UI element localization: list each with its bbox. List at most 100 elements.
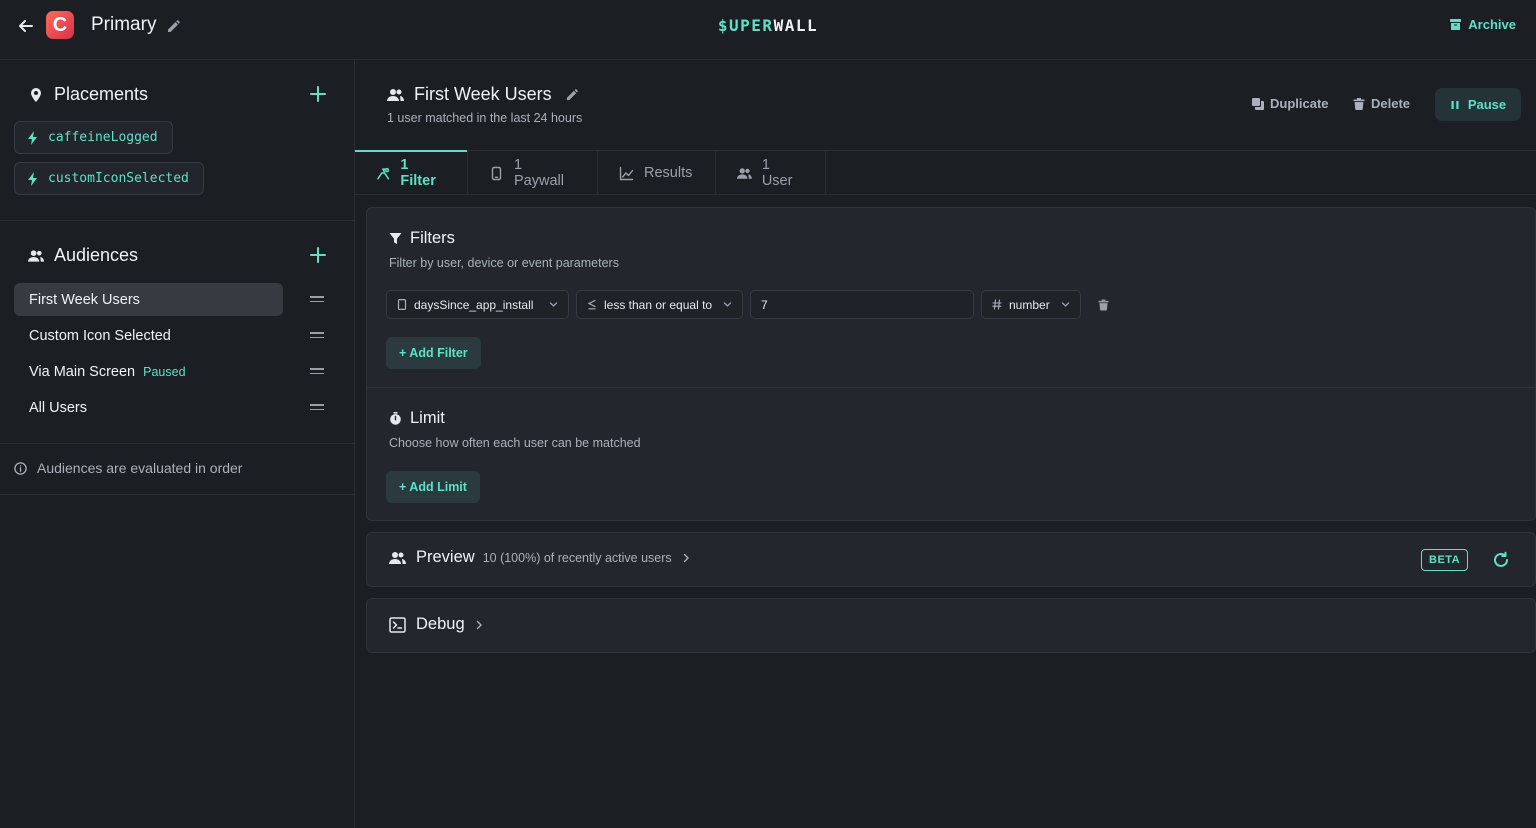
duplicate-button[interactable]: Duplicate xyxy=(1252,96,1329,111)
users-icon xyxy=(389,551,406,564)
delete-button[interactable]: Delete xyxy=(1353,96,1410,111)
audience-item-label: Via Main Screen xyxy=(29,363,136,380)
filter-type-select[interactable]: number xyxy=(981,290,1081,319)
audience-item-label: Custom Icon Selected xyxy=(29,327,171,344)
brand-logo-part1: $UPER xyxy=(717,16,774,35)
filters-title: Filters xyxy=(389,229,455,248)
drag-handle-icon[interactable] xyxy=(310,368,324,376)
panel-divider xyxy=(367,387,1535,388)
audiences-header: Audiences xyxy=(28,245,138,266)
limit-title-text: Limit xyxy=(410,409,445,427)
phone-icon xyxy=(491,166,502,180)
tab-label: 1 Filter xyxy=(400,157,436,189)
brand-logo-part2: WALL xyxy=(773,16,819,35)
add-filter-button[interactable]: + Add Filter xyxy=(386,337,481,369)
chevron-down-icon xyxy=(549,302,558,307)
audiences-title: Audiences xyxy=(54,245,139,265)
limit-title: Limit xyxy=(389,409,445,428)
placement-chip[interactable]: caffeineLogged xyxy=(14,121,173,154)
preview-header: Preview 10 (100%) of recently active use… xyxy=(389,548,690,567)
limit-subtitle: Choose how often each user can be matche… xyxy=(389,436,641,450)
preview-panel[interactable]: Preview 10 (100%) of recently active use… xyxy=(366,532,1536,587)
filter-branch-icon xyxy=(377,167,390,180)
filter-value-input[interactable]: 7 xyxy=(750,290,974,319)
audience-subtitle: 1 user matched in the last 24 hours xyxy=(387,111,583,125)
filter-field-select[interactable]: daysSince_app_install xyxy=(386,290,569,319)
location-pin-icon xyxy=(31,87,41,102)
add-audience-plus-icon[interactable] xyxy=(308,245,328,265)
pause-label: Pause xyxy=(1467,97,1507,112)
audience-title: First Week Users xyxy=(414,84,552,104)
audience-item-label: First Week Users xyxy=(29,291,140,308)
placement-chip-label: caffeineLogged xyxy=(48,130,158,145)
audience-header: First Week Users xyxy=(387,84,579,105)
trash-icon xyxy=(1353,97,1365,110)
tab-results[interactable]: Results xyxy=(598,151,716,195)
chevron-right-icon xyxy=(476,620,482,629)
archive-icon xyxy=(1450,19,1462,30)
placements-title: Placements xyxy=(54,84,149,104)
tab-label: 1 Paywall xyxy=(513,157,564,189)
audience-item-first-week-users[interactable]: First Week Users xyxy=(14,283,283,316)
main-content: First Week Users 1 user matched in the l… xyxy=(355,60,1536,828)
tab-filters[interactable]: 1 Filter xyxy=(355,150,468,195)
chevron-right-icon xyxy=(683,553,689,562)
top-bar: C Primary $UPERWALL Archive xyxy=(0,0,1536,60)
edit-audience-pencil-icon[interactable] xyxy=(566,88,579,101)
drag-handle-icon[interactable] xyxy=(310,296,324,304)
filters-title-text: Filters xyxy=(410,229,455,247)
filter-operator-value: less than or equal to xyxy=(604,297,713,312)
audience-order-note: Audiences are evaluated in order xyxy=(14,460,242,476)
add-limit-button[interactable]: + Add Limit xyxy=(386,471,480,503)
audience-item-label: All Users xyxy=(29,399,88,416)
paused-badge: Paused xyxy=(143,364,186,379)
delete-label: Delete xyxy=(1371,96,1411,111)
device-icon xyxy=(397,299,407,310)
hash-icon xyxy=(992,299,1002,310)
tab-bar: 1 Filter 1 Paywall Results 1 User xyxy=(355,150,1536,195)
lightning-icon xyxy=(28,130,37,145)
funnel-icon xyxy=(389,233,402,244)
audience-item-all-users[interactable]: All Users xyxy=(14,391,283,424)
add-placement-plus-icon[interactable] xyxy=(308,84,328,104)
archive-button[interactable]: Archive xyxy=(1449,17,1516,32)
brand-logo: $UPERWALL xyxy=(0,16,1536,35)
preview-title: Preview xyxy=(416,548,475,566)
filter-field-value: daysSince_app_install xyxy=(414,297,534,312)
tab-users[interactable]: 1 User xyxy=(716,151,826,195)
info-icon xyxy=(14,461,27,475)
tab-label: 1 User xyxy=(761,157,793,189)
duplicate-label: Duplicate xyxy=(1270,96,1329,111)
audience-item-custom-icon-selected[interactable]: Custom Icon Selected xyxy=(14,319,283,352)
filter-operator-select[interactable]: less than or equal to xyxy=(576,290,743,319)
beta-badge: BETA xyxy=(1421,549,1469,571)
users-icon xyxy=(28,249,44,262)
archive-label: Archive xyxy=(1468,17,1516,32)
placement-chip[interactable]: customIconSelected xyxy=(14,162,204,195)
lightning-icon xyxy=(28,171,37,186)
stopwatch-icon xyxy=(390,412,401,425)
less-than-equal-icon xyxy=(587,299,596,310)
chevron-down-icon xyxy=(723,302,732,307)
filter-value-text: 7 xyxy=(761,297,768,312)
placement-chip-label: customIconSelected xyxy=(48,171,189,186)
filters-subtitle: Filter by user, device or event paramete… xyxy=(389,256,619,270)
drag-handle-icon[interactable] xyxy=(310,404,324,412)
chart-icon xyxy=(619,166,634,180)
users-icon xyxy=(737,167,752,179)
pause-button[interactable]: Pause xyxy=(1435,88,1521,121)
preview-meta: 10 (100%) of recently active users xyxy=(482,550,672,565)
duplicate-icon xyxy=(1252,97,1264,110)
drag-handle-icon[interactable] xyxy=(310,332,324,340)
filters-limit-panel: Filters Filter by user, device or event … xyxy=(366,207,1536,521)
debug-panel[interactable]: Debug xyxy=(366,598,1536,653)
refresh-icon[interactable] xyxy=(1492,551,1510,569)
placements-header: Placements xyxy=(28,84,148,105)
delete-filter-trash-icon[interactable] xyxy=(1098,299,1109,311)
sidebar-divider xyxy=(0,443,354,444)
pause-icon xyxy=(1451,100,1459,109)
tab-paywall[interactable]: 1 Paywall xyxy=(468,151,598,195)
audience-item-via-main-screen[interactable]: Via Main Screen Paused xyxy=(14,355,283,388)
debug-header: Debug xyxy=(389,615,483,634)
sidebar-divider xyxy=(0,220,354,221)
